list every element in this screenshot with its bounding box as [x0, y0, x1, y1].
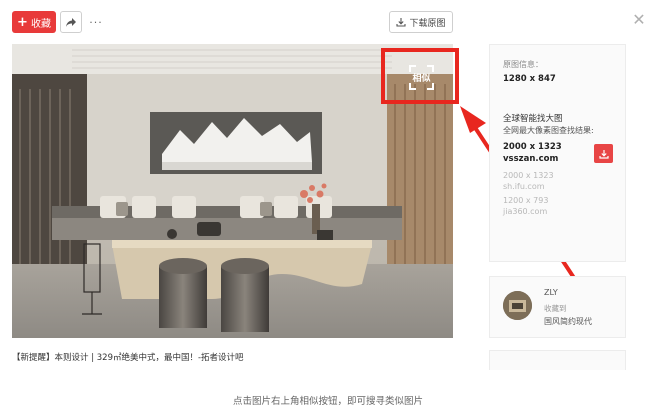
result2-size[interactable]: 2000 x 1323	[503, 171, 554, 180]
close-icon[interactable]: ✕	[629, 9, 649, 29]
result1-site[interactable]: vsszan.com	[503, 154, 558, 164]
collect-label: 收藏	[30, 18, 51, 30]
smart-search-title: 全球智能找大图	[503, 114, 563, 124]
result3-site[interactable]: jia360.com	[503, 207, 547, 216]
more-button[interactable]: ···	[86, 11, 106, 33]
download-label: 下载原图	[409, 18, 446, 29]
download-icon	[598, 149, 609, 159]
image-info-card: 原图信息： 1280 x 847 全球智能找大图 全网最大像素图查找结果: 20…	[489, 44, 626, 262]
share-icon	[66, 17, 76, 27]
highlight-box	[381, 48, 459, 104]
share-button[interactable]	[60, 11, 82, 33]
more-card	[489, 350, 626, 370]
result3-size[interactable]: 1200 x 793	[503, 196, 548, 205]
result2-site[interactable]: sh.ifu.com	[503, 182, 545, 191]
footer-hint: 点击图片右上角相似按钮，即可搜寻类似图片	[232, 396, 423, 407]
user-name[interactable]: ZLY	[544, 288, 558, 297]
result1-size[interactable]: 2000 x 1323	[503, 142, 562, 152]
original-size: 1280 x 847	[503, 74, 556, 84]
original-info-label: 原图信息：	[503, 60, 543, 69]
avatar[interactable]	[503, 291, 532, 320]
user-album[interactable]: 国风简约现代	[544, 316, 592, 327]
smart-search-subtitle: 全网最大像素图查找结果:	[503, 126, 594, 135]
more-icon: ···	[89, 15, 103, 29]
user-action: 收藏到	[544, 304, 567, 313]
user-card: ZLY 收藏到 国风简约现代	[489, 276, 626, 338]
download-icon	[396, 18, 407, 27]
result-download-button[interactable]	[594, 144, 613, 163]
collect-button[interactable]: + 收藏	[12, 11, 56, 33]
image-caption: 【新提醒】本则设计 | 329㎡绝美中式，最中国！-拓者设计吧	[12, 353, 244, 363]
plus-icon: +	[17, 14, 28, 30]
download-original-button[interactable]: 下载原图	[389, 11, 453, 33]
